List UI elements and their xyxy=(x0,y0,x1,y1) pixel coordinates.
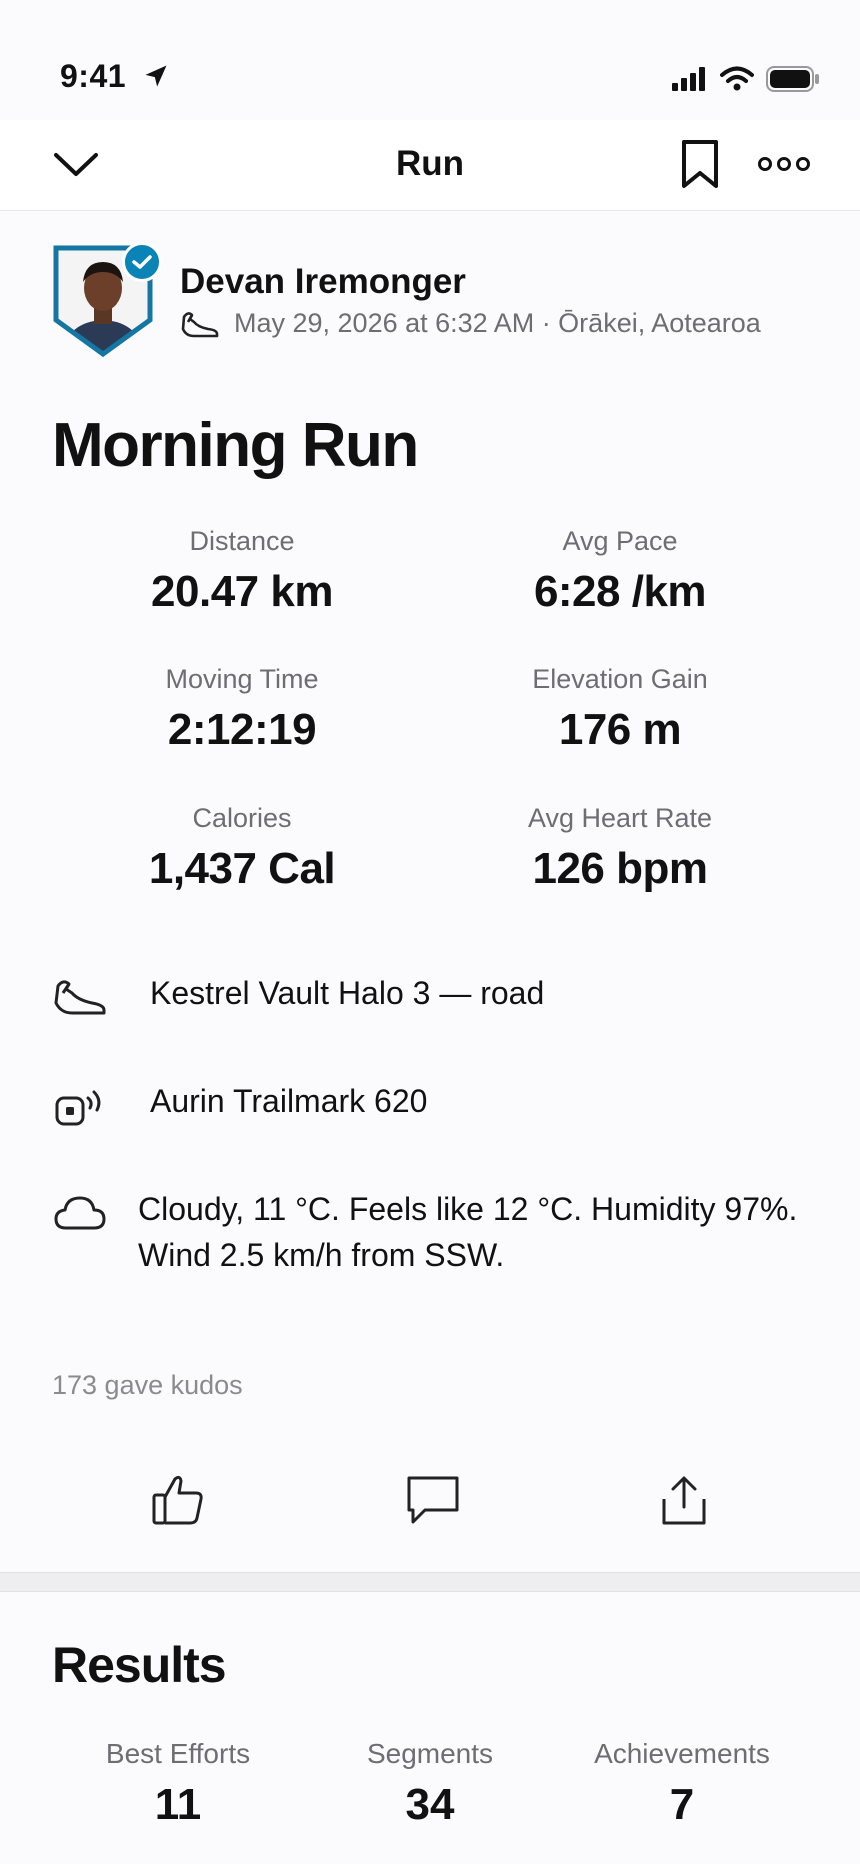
stat-avg-heart-rate: Avg Heart Rate 126 bpm xyxy=(420,803,820,894)
device-icon xyxy=(55,1090,101,1126)
shoe-icon xyxy=(54,980,106,1015)
more-icon xyxy=(758,157,810,171)
stat-value: 1,437 Cal xyxy=(148,844,336,893)
stat-label: Distance xyxy=(189,526,295,556)
battery-icon xyxy=(766,66,819,92)
activity-meta: May 29, 2026 at 6:32 AM · Ōrākei, Aotear… xyxy=(180,308,761,339)
result-best-efforts[interactable]: Best Efforts 11 xyxy=(48,1738,308,1830)
result-segments[interactable]: Segments 34 xyxy=(300,1738,560,1830)
stat-label: Calories xyxy=(192,803,292,833)
stat-value: 126 bpm xyxy=(532,844,708,893)
stat-avg-pace: Avg Pace 6:28 /km xyxy=(420,526,820,617)
stat-calories: Calories 1,437 Cal xyxy=(42,803,442,894)
bookmark-icon xyxy=(682,140,718,188)
shoe-icon xyxy=(181,311,219,337)
kudos-button[interactable] xyxy=(138,1460,218,1540)
stat-label: Moving Time xyxy=(165,664,319,694)
kudos-count[interactable]: 173 gave kudos xyxy=(52,1370,243,1401)
gear-text: Kestrel Vault Halo 3 — road xyxy=(150,975,545,1011)
status-icons xyxy=(672,66,820,92)
checkmark-icon xyxy=(132,255,152,269)
device-text: Aurin Trailmark 620 xyxy=(150,1083,428,1119)
navbar: Run xyxy=(0,120,860,211)
stat-label: Avg Pace xyxy=(562,526,678,556)
wifi-icon xyxy=(720,66,754,91)
result-label: Achievements xyxy=(594,1738,770,1769)
cloud-icon xyxy=(54,1196,106,1230)
stat-elevation-gain: Elevation Gain 176 m xyxy=(420,664,820,755)
stat-distance: Distance 20.47 km xyxy=(42,526,442,617)
result-value: 7 xyxy=(669,1780,695,1829)
stat-label: Avg Heart Rate xyxy=(527,803,713,833)
result-value: 34 xyxy=(405,1780,455,1829)
weather-row: Cloudy, 11 °C. Feels like 12 °C. Humidit… xyxy=(52,1186,812,1278)
activity-title: Morning Run xyxy=(52,411,419,480)
result-label: Best Efforts xyxy=(105,1738,251,1769)
status-time: 9:41 xyxy=(60,58,127,94)
result-label: Segments xyxy=(366,1738,494,1769)
action-bar xyxy=(0,1460,860,1540)
activity-meta-text: May 29, 2026 at 6:32 AM · Ōrākei, Aotear… xyxy=(234,308,761,338)
stat-value: 2:12:19 xyxy=(167,705,317,754)
gear-row[interactable]: Kestrel Vault Halo 3 — road xyxy=(52,970,812,1016)
location-arrow-icon xyxy=(145,65,167,87)
share-icon xyxy=(662,1476,706,1525)
verified-badge xyxy=(122,242,162,282)
weather-text: Cloudy, 11 °C. Feels like 12 °C. Humidit… xyxy=(138,1191,798,1273)
nav-title: Run xyxy=(395,144,465,183)
stat-moving-time: Moving Time 2:12:19 xyxy=(42,664,442,755)
stat-label: Elevation Gain xyxy=(532,664,708,694)
thumbs-up-icon xyxy=(152,1475,203,1525)
results-title: Results xyxy=(52,1637,227,1693)
share-button[interactable] xyxy=(644,1460,724,1540)
comment-icon xyxy=(407,1476,459,1524)
stat-value: 6:28 /km xyxy=(533,567,707,616)
athlete-name[interactable]: Devan Iremonger xyxy=(180,262,466,302)
device-row[interactable]: Aurin Trailmark 620 xyxy=(52,1078,812,1128)
section-divider xyxy=(0,1572,860,1592)
more-button[interactable] xyxy=(752,138,816,190)
bookmark-button[interactable] xyxy=(672,134,728,194)
stat-value: 176 m xyxy=(558,705,682,754)
signal-icon xyxy=(672,67,705,91)
result-achievements[interactable]: Achievements 7 xyxy=(552,1738,812,1830)
stat-value: 20.47 km xyxy=(151,567,333,616)
status-bar: 9:41 xyxy=(0,0,860,120)
comment-button[interactable] xyxy=(393,1460,473,1540)
result-value: 11 xyxy=(154,1780,202,1829)
